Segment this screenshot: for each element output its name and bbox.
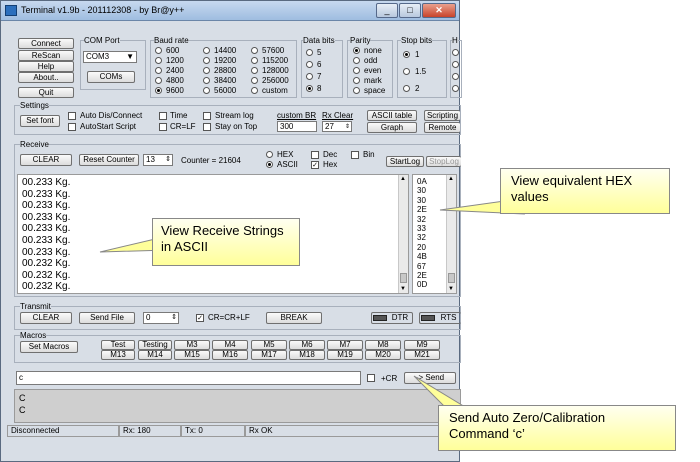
callout-pointers <box>99 199 526 411</box>
hex-callout: View equivalent HEX values <box>500 168 670 214</box>
receive-ascii-callout: View Receive Strings in ASCII <box>152 218 300 266</box>
send-callout: Send Auto Zero/Calibration Command ‘c’ <box>438 405 676 451</box>
